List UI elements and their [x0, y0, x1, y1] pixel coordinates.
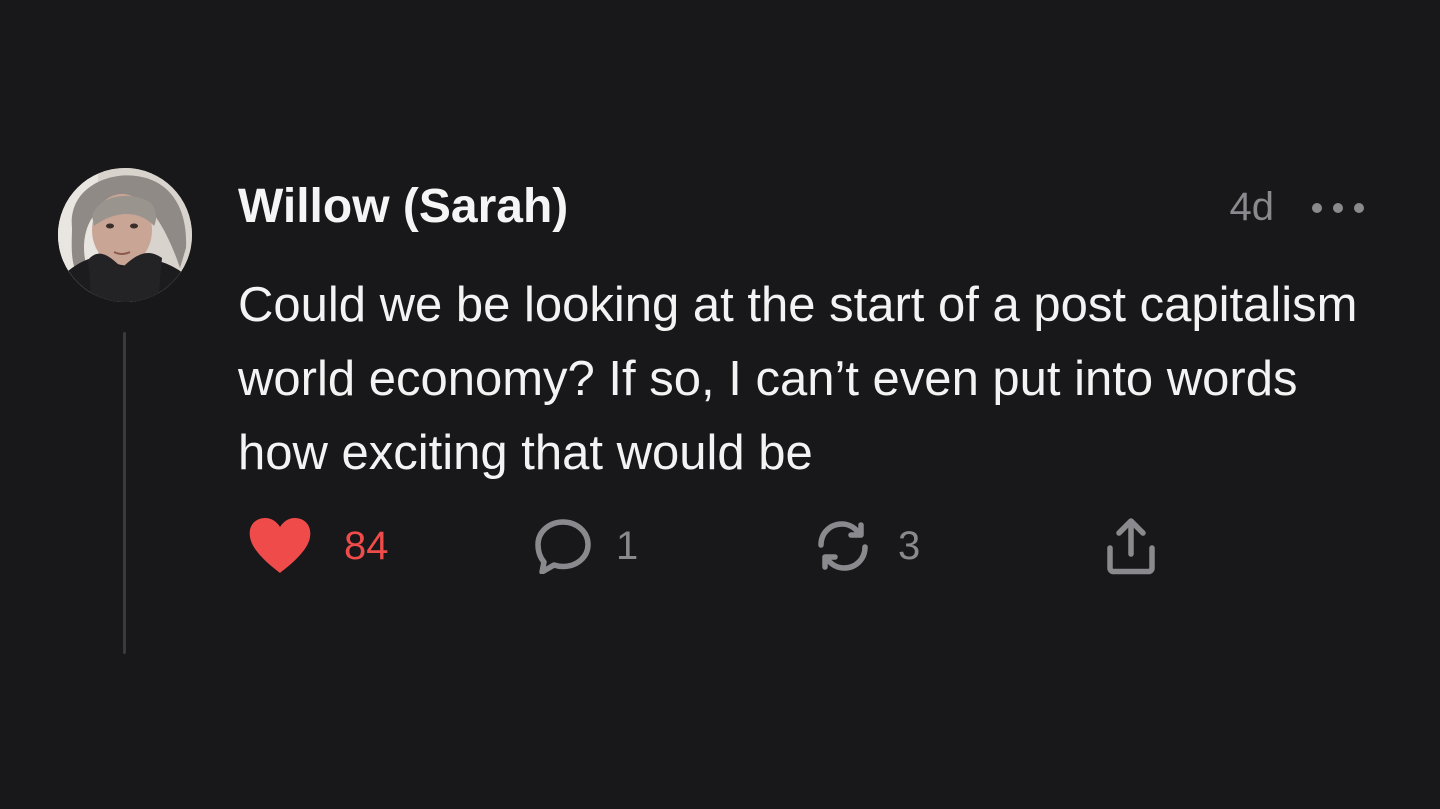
reply-button[interactable]: 1 [534, 510, 638, 582]
repost-icon [818, 521, 868, 571]
thread-line [123, 332, 126, 654]
share-button[interactable] [1102, 510, 1160, 582]
more-dot [1312, 203, 1322, 213]
post-card: Willow (Sarah) 4d Could we be looking at… [0, 0, 1440, 809]
heart-icon [249, 518, 311, 573]
like-count: 84 [344, 524, 389, 568]
like-button[interactable]: 84 [248, 510, 389, 582]
post-timestamp[interactable]: 4d [1230, 182, 1275, 232]
post-text: Could we be looking at the start of a po… [238, 278, 1358, 480]
more-options-icon[interactable] [1312, 196, 1364, 220]
author-name[interactable]: Willow (Sarah) [238, 178, 568, 236]
repost-button[interactable]: 3 [814, 510, 920, 582]
comment-icon [535, 519, 591, 574]
reply-count: 1 [616, 524, 639, 568]
more-dot [1333, 203, 1343, 213]
avatar[interactable] [58, 168, 192, 302]
share-icon [1107, 518, 1155, 575]
avatar-photo [58, 168, 192, 302]
repost-count: 3 [898, 524, 921, 568]
more-dot [1354, 203, 1364, 213]
